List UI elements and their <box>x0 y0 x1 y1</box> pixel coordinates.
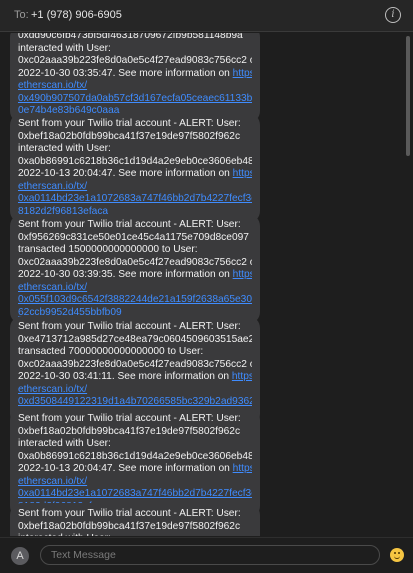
message-text: Sent from your Twilio trial account - AL… <box>18 321 241 332</box>
message-text: 0xa0b86991c6218b36c1d19d4a2e9eb0ce3606eb… <box>18 450 252 462</box>
message-text: 2022-10-13 20:04:47. See more informatio… <box>18 463 233 474</box>
message-text: 2022-10-13 20:04:47. See more informatio… <box>18 168 233 179</box>
message-text-line: 0xe4713712a985d27ce48ea79c0604509603515a… <box>18 334 252 347</box>
message-link-line: 0x490b907507da0ab57cf3d167ecfa05ceaec611… <box>18 93 252 106</box>
message-thread[interactable]: 0xdd90c6fb473bf5df46318709672fb9b581148b… <box>0 33 413 536</box>
message-text-line: 0xdd90c6fb473bf5df46318709672fb9b581148b… <box>18 33 252 43</box>
etherscan-link[interactable]: 0xd3508449122319d1a4b70266585bc329b2ad93… <box>18 396 252 407</box>
to-label: To: <box>14 9 29 21</box>
message-text: 2022-10-30 03:41:11. See more informatio… <box>18 371 232 382</box>
message-link-line: etherscan.io/tx/ <box>18 282 252 295</box>
message-text: Sent from your Twilio trial account - AL… <box>18 219 241 230</box>
message-text: 2022-10-30 03:39:35. See more informatio… <box>18 269 233 280</box>
message-text-line: 0xbef18a02b0fdb99bca41f37e19de97f5802f96… <box>18 426 252 439</box>
message-bubble[interactable]: Sent from your Twilio trial account - AL… <box>10 113 260 223</box>
message-link-line: etherscan.io/tx/ <box>18 181 252 194</box>
message-text: transacted 70000000000000000 to User: <box>18 346 204 357</box>
etherscan-link[interactable]: 0xa0114bd23e1a1072683a747f46bb2d7b4227fe… <box>18 193 252 204</box>
message-text-line: 2022-10-30 03:35:47. See more informatio… <box>18 68 252 81</box>
etherscan-link[interactable]: etherscan.io/tx/ <box>18 181 87 192</box>
emoji-icon[interactable] <box>390 548 404 562</box>
message-link-line: etherscan.io/tx/ <box>18 80 252 93</box>
message-text: 0xa0b86991c6218b36c1d19d4a2e9eb0ce3606eb… <box>18 155 252 167</box>
etherscan-link[interactable]: 0xa0114bd23e1a1072683a747f46bb2d7b4227fe… <box>18 488 252 499</box>
message-text-line: 2022-10-30 03:41:11. See more informatio… <box>18 371 252 384</box>
message-text-line: Sent from your Twilio trial account - AL… <box>18 413 252 426</box>
recipient-number[interactable]: +1 (978) 906-6905 <box>31 9 122 21</box>
message-text: Sent from your Twilio trial account - AL… <box>18 413 241 424</box>
message-text: 0xc02aaa39b223fe8d0a0e5c4f27ead9083c756c… <box>18 358 252 370</box>
message-text: interacted with User: <box>18 533 111 536</box>
emoji-mouth <box>394 555 400 559</box>
etherscan-link[interactable]: https:// <box>232 371 252 382</box>
message-link-line: etherscan.io/tx/ <box>18 384 252 397</box>
message-text-line: Sent from your Twilio trial account - AL… <box>18 219 252 232</box>
conversation-header: To: +1 (978) 906-6905 i <box>0 0 413 32</box>
info-icon[interactable]: i <box>385 7 401 23</box>
message-text: 0xc02aaa39b223fe8d0a0e5c4f27ead9083c756c… <box>18 256 252 268</box>
message-text-line: transacted 1500000000000000 to User: <box>18 244 252 257</box>
message-text-line: interacted with User: <box>18 143 252 156</box>
message-bubble[interactable]: Sent from your Twilio trial account - AL… <box>10 214 260 324</box>
etherscan-link[interactable]: etherscan.io/tx/ <box>18 282 87 293</box>
message-text-line: transacted 70000000000000000 to User: <box>18 346 252 359</box>
message-text: 0xbef18a02b0fdb99bca41f37e19de97f5802f96… <box>18 425 241 437</box>
message-text: Sent from your Twilio trial account - AL… <box>18 118 241 129</box>
message-input[interactable] <box>40 545 380 565</box>
etherscan-link[interactable]: etherscan.io/tx/ <box>18 476 87 487</box>
app-store-icon[interactable]: A <box>11 547 29 565</box>
message-text-line: interacted with User: <box>18 43 252 56</box>
message-text-line: 0xa0b86991c6218b36c1d19d4a2e9eb0ce3606eb… <box>18 156 252 169</box>
message-link-line: 0xd3508449122319d1a4b70266585bc329b2ad93… <box>18 396 252 409</box>
message-link-line: 0xa0114bd23e1a1072683a747f46bb2d7b4227fe… <box>18 193 252 206</box>
composer-bar: A <box>0 537 413 573</box>
message-bubble[interactable]: 0xdd90c6fb473bf5df46318709672fb9b581148b… <box>10 33 260 123</box>
message-link-line: etherscan.io/tx/ <box>18 476 252 489</box>
message-text: 0xc02aaa39b223fe8d0a0e5c4f27ead9083c756c… <box>18 55 252 66</box>
message-text: 0xe4713712a985d27ce48ea79c0604509603515a… <box>18 333 252 345</box>
etherscan-link[interactable]: 0x490b907507da0ab57cf3d167ecfa05ceaec611… <box>18 93 252 104</box>
etherscan-link[interactable]: https:// <box>233 168 252 179</box>
message-text: 0xf956269c831ce50e01ce45c4a1175e709d8ce0… <box>18 231 249 243</box>
message-text: interacted with User: <box>18 42 111 54</box>
message-text-line: 0xbef18a02b0fdb99bca41f37e19de97f5802f96… <box>18 521 252 534</box>
message-text: Sent from your Twilio trial account - AL… <box>18 508 241 519</box>
message-bubble[interactable]: Sent from your Twilio trial account - AL… <box>10 503 260 536</box>
message-text-line: 0xc02aaa39b223fe8d0a0e5c4f27ead9083c756c… <box>18 257 252 270</box>
message-text-line: 2022-10-30 03:39:35. See more informatio… <box>18 269 252 282</box>
message-text-line: Sent from your Twilio trial account - AL… <box>18 118 252 131</box>
thread-scrollbar[interactable] <box>406 36 410 156</box>
message-text-line: 0xbef18a02b0fdb99bca41f37e19de97f5802f96… <box>18 131 252 144</box>
message-text: 0xbef18a02b0fdb99bca41f37e19de97f5802f96… <box>18 130 241 142</box>
etherscan-link[interactable]: etherscan.io/tx/ <box>18 384 87 395</box>
message-link-line: 0xa0114bd23e1a1072683a747f46bb2d7b4227fe… <box>18 488 252 501</box>
message-text-line: Sent from your Twilio trial account - AL… <box>18 508 252 521</box>
etherscan-link[interactable]: https:// <box>233 68 252 79</box>
message-bubble[interactable]: Sent from your Twilio trial account - AL… <box>10 408 260 518</box>
message-text-line: 2022-10-13 20:04:47. See more informatio… <box>18 463 252 476</box>
etherscan-link[interactable]: https:// <box>233 463 252 474</box>
message-text: 2022-10-30 03:35:47. See more informatio… <box>18 67 233 79</box>
message-text: 0xbef18a02b0fdb99bca41f37e19de97f5802f96… <box>18 520 241 532</box>
message-text-line: 0xf956269c831ce50e01ce45c4a1175e709d8ce0… <box>18 232 252 245</box>
message-text: transacted 1500000000000000 to User: <box>18 244 198 255</box>
message-text: interacted with User: <box>18 438 111 449</box>
etherscan-link[interactable]: 0x055f103d9c6542f3882244de21a159f2638a65… <box>18 294 252 305</box>
message-link-line: 0x055f103d9c6542f3882244de21a159f2638a65… <box>18 294 252 307</box>
message-text-line: 0xa0b86991c6218b36c1d19d4a2e9eb0ce3606eb… <box>18 451 252 464</box>
message-text-line: interacted with User: <box>18 533 252 536</box>
etherscan-link[interactable]: etherscan.io/tx/ <box>18 80 87 91</box>
message-text: interacted with User: <box>18 143 111 154</box>
message-text-line: 2022-10-13 20:04:47. See more informatio… <box>18 168 252 181</box>
message-text-line: 0xc02aaa39b223fe8d0a0e5c4f27ead9083c756c… <box>18 359 252 372</box>
message-text-line: interacted with User: <box>18 438 252 451</box>
message-text-line: Sent from your Twilio trial account - AL… <box>18 321 252 334</box>
message-text-line: 0xc02aaa39b223fe8d0a0e5c4f27ead9083c756c… <box>18 55 252 68</box>
message-text: 0xdd90c6fb473bf5df46318709672fb9b581148b… <box>18 33 243 41</box>
etherscan-link[interactable]: https:// <box>233 269 252 280</box>
